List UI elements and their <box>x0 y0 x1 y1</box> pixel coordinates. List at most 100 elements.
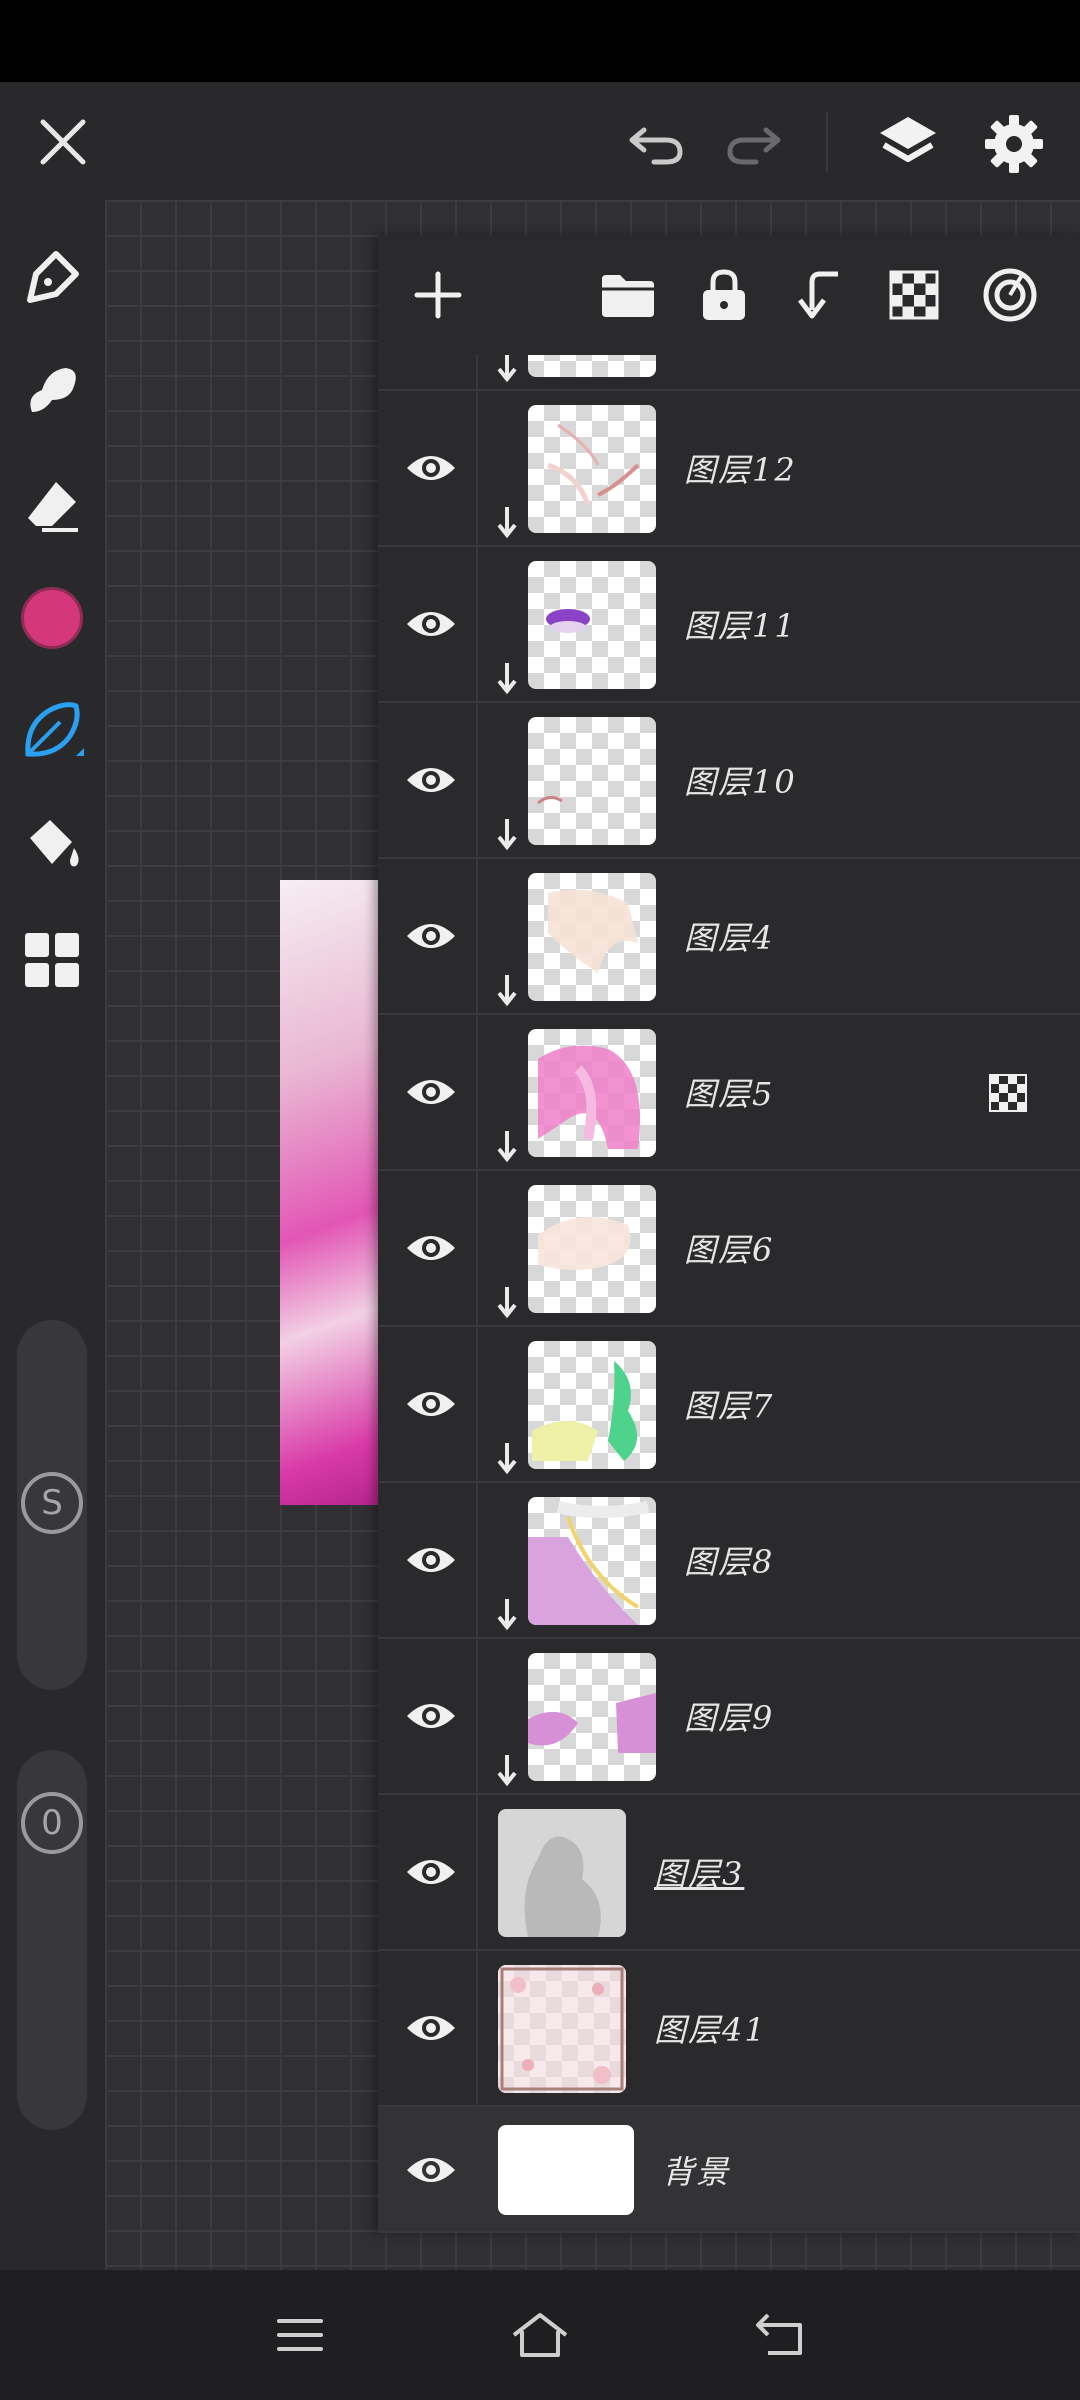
toolbar-divider <box>826 112 828 172</box>
paint-bucket-icon[interactable] <box>14 806 90 882</box>
size-knob[interactable]: S <box>19 1470 85 1536</box>
leaf-brush-icon[interactable] <box>14 692 90 768</box>
eye-icon <box>407 1080 455 1104</box>
layer-thumbnail <box>528 561 656 689</box>
alpha-button[interactable] <box>876 257 952 333</box>
layer-row[interactable]: 图层8 <box>378 1483 1080 1639</box>
opacity-knob[interactable]: 0 <box>19 1790 85 1856</box>
layer-row[interactable]: 图层4 <box>378 859 1080 1015</box>
visibility-toggle[interactable] <box>386 703 478 857</box>
target-icon <box>983 268 1037 322</box>
layer-row[interactable]: 图层12 <box>378 391 1080 547</box>
folder-button[interactable] <box>590 257 666 333</box>
artwork-preview <box>280 880 380 1505</box>
layer-row[interactable]: 图层10 <box>378 703 1080 859</box>
eye-icon <box>407 1548 455 1572</box>
visibility-toggle[interactable] <box>386 1951 478 2105</box>
eye-icon <box>407 1704 455 1728</box>
eye-icon <box>407 2158 455 2182</box>
lock-button[interactable] <box>686 257 762 333</box>
clip-arrow-icon <box>497 1131 517 1163</box>
layer-row[interactable]: 图层5 <box>378 1015 1080 1171</box>
folder-icon <box>602 275 654 317</box>
smudge-icon[interactable] <box>14 352 90 428</box>
opacity-label: 0 <box>41 1803 63 1843</box>
clip-button[interactable] <box>782 257 858 333</box>
visibility-toggle[interactable] <box>386 1327 478 1481</box>
grid-icon[interactable] <box>14 922 90 998</box>
brush-size-slider[interactable]: S <box>17 1320 87 1690</box>
visibility-toggle[interactable] <box>386 1639 478 1793</box>
redo-icon[interactable] <box>716 106 792 182</box>
layer-thumbnail <box>528 405 656 533</box>
size-label: S <box>41 1483 63 1523</box>
checker-icon <box>889 270 939 320</box>
layer-thumbnail <box>528 355 656 377</box>
clip-arrow-icon <box>497 1287 517 1319</box>
pen-nib-icon[interactable] <box>14 240 90 316</box>
eraser-icon[interactable] <box>14 468 90 544</box>
layers-icon[interactable] <box>866 102 950 186</box>
eye-icon <box>407 1392 455 1416</box>
visibility-toggle[interactable] <box>386 391 478 545</box>
clip-arrow-icon <box>497 819 517 851</box>
color-swatch[interactable] <box>14 580 90 656</box>
layer-row[interactable]: 图层7 <box>378 1327 1080 1483</box>
visibility-toggle[interactable] <box>386 1483 478 1637</box>
target-button[interactable] <box>972 257 1048 333</box>
layer-thumbnail <box>528 873 656 1001</box>
layer-thumbnail <box>528 1029 656 1157</box>
plus-icon <box>414 271 462 319</box>
alpha-lock-icon <box>989 1074 1027 1112</box>
layer-row[interactable]: 图层41 <box>378 1951 1080 2107</box>
undo-icon[interactable] <box>618 106 694 182</box>
layer-row[interactable]: 图层6 <box>378 1171 1080 1327</box>
clip-down-icon <box>798 271 838 319</box>
eye-icon <box>407 456 455 480</box>
layer-name: 图层8 <box>684 1543 775 1581</box>
visibility-toggle[interactable] <box>386 2107 476 2233</box>
current-color <box>21 587 83 649</box>
layer-list[interactable]: 图层12 图层11 图层10 图层4 图层5 图层6 图层7 图层8 图层9 图… <box>378 355 1080 2233</box>
clip-arrow-icon <box>497 507 517 539</box>
layer-name: 图层7 <box>684 1387 775 1425</box>
visibility-toggle[interactable] <box>386 1795 478 1949</box>
layer-row[interactable]: 图层9 <box>378 1639 1080 1795</box>
clip-arrow-icon <box>497 975 517 1007</box>
layer-panel-toolbar <box>378 235 1080 356</box>
visibility-toggle[interactable] <box>386 859 478 1013</box>
layer-row[interactable]: 图层3 <box>378 1795 1080 1951</box>
eye-icon <box>407 612 455 636</box>
clip-arrow-icon <box>497 1599 517 1631</box>
clip-arrow-icon <box>497 355 517 383</box>
top-bar <box>0 82 1080 200</box>
layer-thumbnail <box>528 1341 656 1469</box>
layer-name: 图层11 <box>684 607 797 645</box>
eye-icon <box>407 1860 455 1884</box>
gear-icon[interactable] <box>972 102 1056 186</box>
visibility-toggle[interactable] <box>386 1015 478 1169</box>
back-icon[interactable] <box>745 2300 815 2370</box>
eye-icon <box>407 1236 455 1260</box>
opacity-slider[interactable]: 0 <box>17 1750 87 2130</box>
layer-row-partial[interactable] <box>378 355 1080 391</box>
visibility-toggle[interactable] <box>386 547 478 701</box>
layer-row-background[interactable]: 背景 <box>378 2107 1080 2233</box>
visibility-toggle[interactable] <box>386 1171 478 1325</box>
home-icon[interactable] <box>505 2300 575 2370</box>
clip-arrow-icon <box>497 1443 517 1475</box>
close-icon[interactable] <box>25 104 101 180</box>
add-layer-button[interactable] <box>400 257 476 333</box>
status-bar <box>0 0 1080 82</box>
eye-icon <box>407 924 455 948</box>
layer-thumbnail <box>528 1185 656 1313</box>
visibility-toggle[interactable] <box>386 355 478 389</box>
menu-icon[interactable] <box>265 2300 335 2370</box>
clip-arrow-icon <box>497 1755 517 1787</box>
layer-thumbnail <box>528 1497 656 1625</box>
layer-panel: 图层12 图层11 图层10 图层4 图层5 图层6 图层7 图层8 图层9 图… <box>378 235 1080 2233</box>
layer-name: 图层12 <box>684 451 797 489</box>
layer-row[interactable]: 图层11 <box>378 547 1080 703</box>
eye-icon <box>407 2016 455 2040</box>
layer-thumbnail <box>498 2125 634 2215</box>
